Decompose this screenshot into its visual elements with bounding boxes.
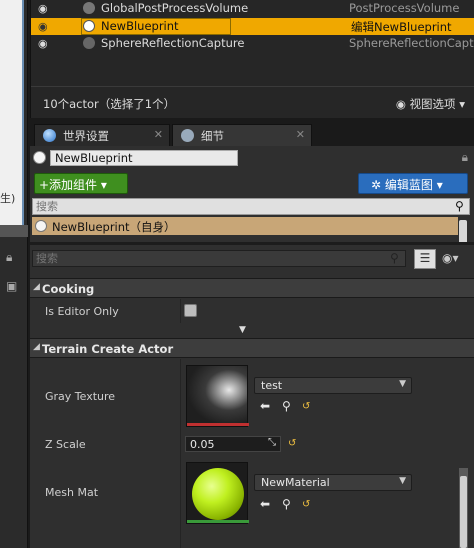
view-options-button[interactable]: ◉ 视图选项 ▾ [396, 96, 465, 112]
browse-icon[interactable]: ⚲ [282, 497, 291, 511]
category-cooking[interactable]: ◢ Cooking [30, 278, 474, 298]
is-editor-only-checkbox[interactable] [184, 304, 197, 317]
category-label: Terrain Create Actor [42, 342, 174, 356]
actor-name-row: 🔒︎ [30, 146, 474, 170]
edit-blueprint-button[interactable]: ✲ 编辑蓝图 ▾ [358, 173, 468, 194]
left-panel-top: 生) [0, 0, 24, 225]
combo-value: NewMaterial [261, 476, 330, 489]
outliner-row-name: NewBlueprint [101, 19, 179, 33]
chevron-down-icon: ▾ [455, 97, 465, 111]
actor-icon [33, 151, 46, 164]
component-search-input[interactable] [32, 198, 470, 215]
property-matrix-button[interactable]: ☰ [414, 249, 436, 269]
combo-value: test [261, 379, 283, 392]
tab-details[interactable]: 细节 ✕ [172, 124, 312, 146]
actor-icon [83, 2, 95, 14]
chevron-down-icon: ▼ [399, 379, 406, 389]
collapse-arrow-icon: ◢ [33, 342, 40, 352]
gray-texture-combo[interactable]: test ▼ [254, 377, 412, 394]
prop-label-mesh-mat: Mesh Mat [45, 486, 99, 499]
outliner-row[interactable]: ◉ SphereReflectionCapture SphereReflecti… [31, 35, 474, 52]
actor-icon [83, 20, 95, 32]
chevron-down-icon: ▾ [452, 251, 459, 265]
material-type-bar [187, 520, 249, 523]
material-thumbnail[interactable] [186, 462, 249, 524]
details-panel: 🔒︎ +添加组件 ▾ ✲ 编辑蓝图 ▾ ⚲ NewBlueprint（自身） ⚲… [30, 146, 474, 548]
component-row-label: NewBlueprint（自身） [52, 220, 176, 234]
details-icon [181, 129, 194, 142]
grid-icon: ☰ [419, 251, 431, 265]
world-outliner: ◉ GlobalPostProcessVolume PostProcessVol… [30, 0, 474, 118]
outliner-row-name: GlobalPostProcessVolume [101, 1, 249, 15]
column-divider[interactable] [180, 359, 181, 548]
chevron-down-icon: ▾ [100, 178, 107, 192]
component-row-self[interactable]: NewBlueprint（自身） [32, 217, 458, 235]
collapse-arrow-icon: ◢ [33, 282, 40, 292]
actor-icon [35, 220, 47, 232]
add-component-button[interactable]: +添加组件 ▾ [34, 173, 128, 194]
tab-world-settings[interactable]: 世界设置 ✕ [34, 124, 170, 146]
gear-icon: ✲ [371, 178, 385, 192]
outliner-row[interactable]: ◉ GlobalPostProcessVolume PostProcessVol… [31, 0, 474, 17]
outliner-row-name: SphereReflectionCapture [101, 36, 245, 50]
search-icon[interactable]: ⚲ [390, 251, 404, 265]
arrow-left-icon[interactable]: ⬅ [260, 497, 270, 511]
outliner-footer: 10个actor（选择了1个） ◉ 视图选项 ▾ [31, 86, 474, 118]
eye-icon[interactable]: ◉ [38, 20, 48, 33]
eye-icon[interactable]: ◉ [38, 37, 48, 50]
z-scale-field[interactable]: 0.05 ⤡ [185, 436, 281, 452]
prop-label-z-scale: Z Scale [45, 438, 86, 451]
outliner-row-type: PostProcessVolume [349, 1, 460, 15]
reset-icon[interactable]: ↺ [288, 438, 296, 449]
tab-label: 世界设置 [63, 129, 109, 143]
view-options-eye-button[interactable]: ◉▾ [442, 251, 459, 265]
add-component-label: +添加组件 [39, 178, 98, 192]
edit-blueprint-link[interactable]: 编辑NewBlueprint [351, 19, 452, 35]
chevron-down-icon: ▼ [399, 476, 406, 486]
eye-icon: ◉ [395, 97, 410, 111]
resize-icon: ⤡ [268, 437, 276, 448]
splitter[interactable] [30, 242, 474, 245]
save-icon[interactable]: ▣ [6, 279, 20, 293]
eye-icon: ◉ [442, 251, 453, 265]
view-options-label: 视图选项 [409, 97, 456, 111]
eye-icon[interactable]: ◉ [38, 2, 48, 15]
z-scale-value: 0.05 [190, 438, 215, 451]
outliner-row-selected[interactable]: ◉ NewBlueprint 编辑NewBlueprint [31, 18, 474, 35]
prop-label-gray-texture: Gray Texture [45, 390, 116, 403]
edit-blueprint-label: 编辑蓝图 [384, 178, 433, 192]
lock-icon[interactable]: 🔒︎ [462, 150, 468, 165]
outliner-row-type: SphereReflectionCapture [349, 36, 474, 50]
details-scrollbar-thumb[interactable] [460, 476, 467, 548]
category-terrain-create-actor[interactable]: ◢ Terrain Create Actor [30, 338, 474, 358]
close-icon[interactable]: ✕ [296, 128, 305, 141]
prop-label-is-editor-only: Is Editor Only [45, 305, 119, 318]
chevron-down-icon: ▾ [436, 178, 443, 192]
material-sphere [192, 468, 244, 520]
texture-thumbnail[interactable] [186, 365, 249, 427]
panel-tabs: 世界设置 ✕ 细节 ✕ [30, 124, 474, 146]
details-search-input[interactable] [32, 250, 406, 267]
actor-count: 10个actor（选择了1个） [43, 97, 176, 111]
left-panel-fragment: 生) [0, 192, 16, 205]
reset-icon[interactable]: ↺ [302, 499, 310, 510]
component-list-scrollbar[interactable] [459, 220, 467, 244]
browse-icon[interactable]: ⚲ [282, 399, 291, 413]
mesh-mat-combo[interactable]: NewMaterial ▼ [254, 474, 412, 491]
texture-type-bar [187, 423, 249, 426]
category-label: Cooking [42, 282, 95, 296]
reset-icon[interactable]: ↺ [302, 401, 310, 412]
tab-label: 细节 [201, 129, 224, 143]
world-icon [43, 129, 56, 142]
column-divider[interactable] [180, 299, 181, 323]
advanced-expand-icon[interactable]: ▼ [239, 325, 246, 335]
arrow-left-icon[interactable]: ⬅ [260, 399, 270, 413]
close-icon[interactable]: ✕ [154, 128, 163, 141]
left-panel-scrollbar[interactable] [0, 225, 28, 237]
search-icon[interactable]: ⚲ [455, 199, 469, 213]
lock-icon[interactable]: 🔒︎ [6, 250, 20, 264]
actor-icon [83, 37, 95, 49]
actor-name-input[interactable] [50, 150, 238, 166]
